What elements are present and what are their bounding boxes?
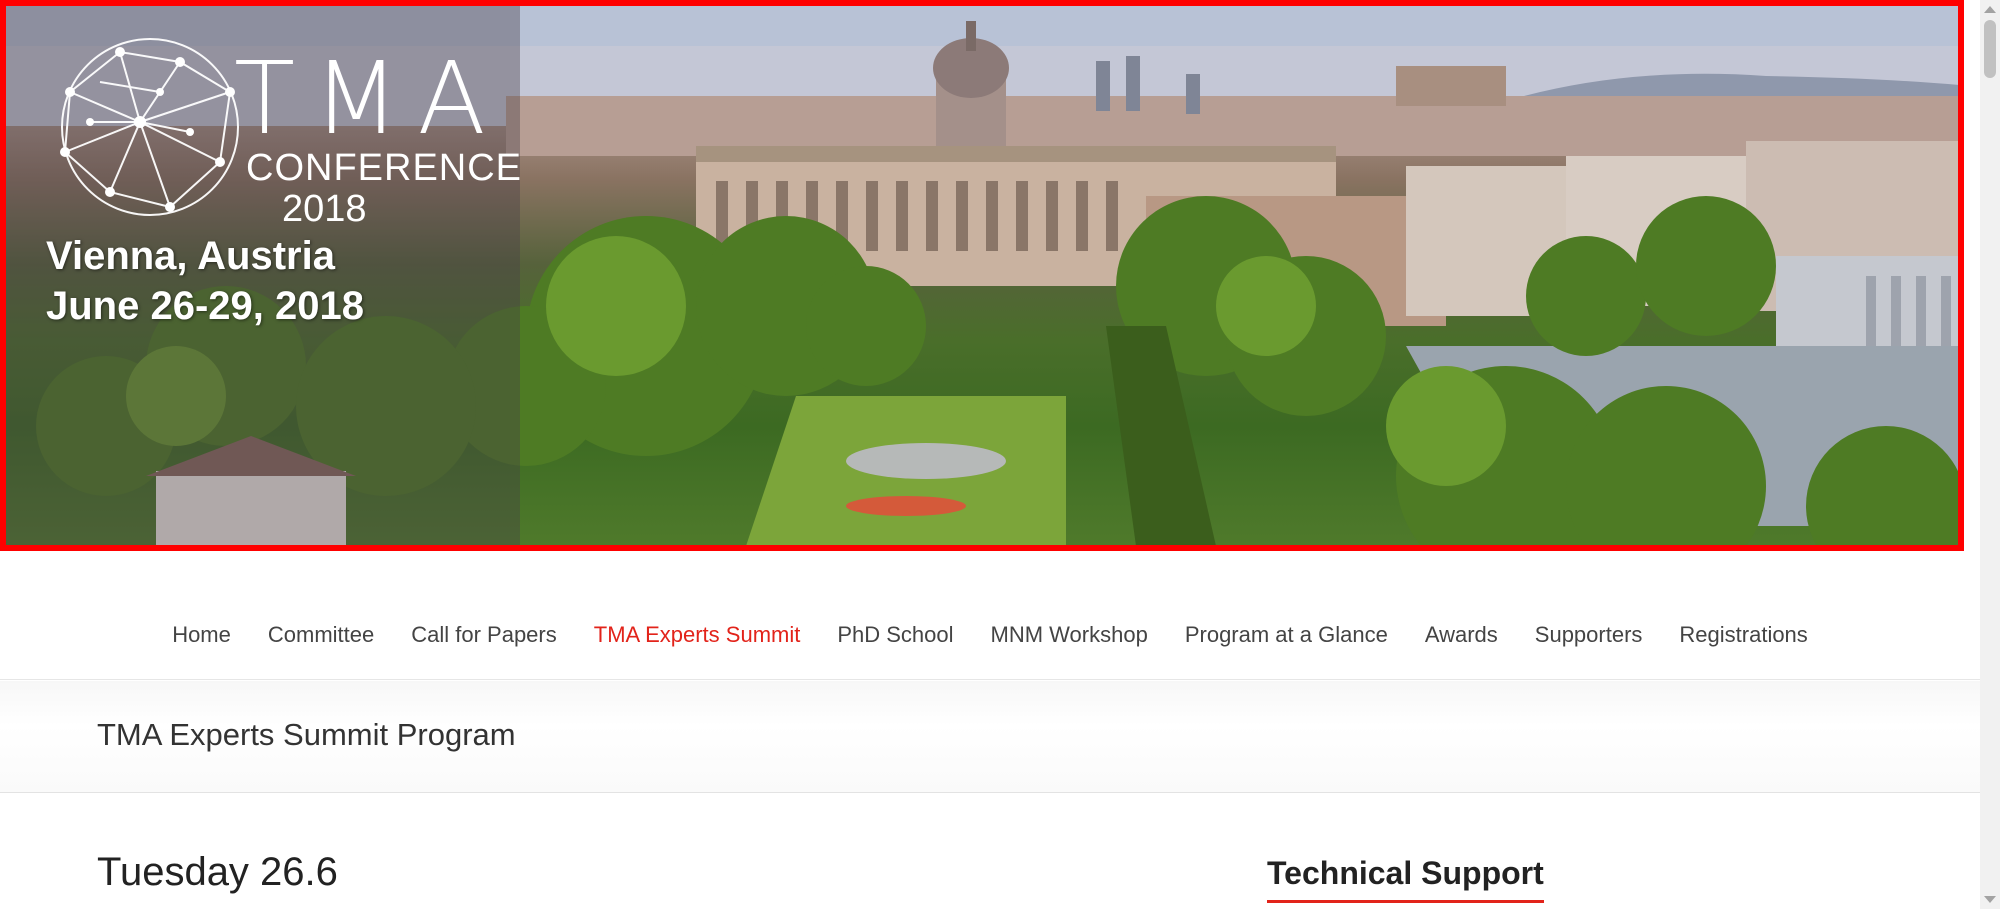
nav-item-tma-experts-summit[interactable]: TMA Experts Summit xyxy=(575,622,819,648)
nav-item-supporters[interactable]: Supporters xyxy=(1516,622,1661,648)
scrollbar-thumb[interactable] xyxy=(1984,20,1996,78)
nav-item-registrations[interactable]: Registrations xyxy=(1661,622,1826,648)
page-title-bar: TMA Experts Summit Program xyxy=(0,681,1980,793)
nav-item-call-for-papers[interactable]: Call for Papers xyxy=(393,622,576,648)
header-banner[interactable]: TMA CONFERENCE 2018 Vienna, Austria June… xyxy=(0,0,1964,551)
page-title: TMA Experts Summit Program xyxy=(97,717,516,752)
scroll-down-arrow-icon[interactable] xyxy=(1984,896,1996,903)
page-scrollbar[interactable] xyxy=(1980,0,2000,909)
scroll-up-arrow-icon[interactable] xyxy=(1984,6,1996,13)
nav-item-phd-school[interactable]: PhD School xyxy=(819,622,972,648)
nav-item-mnm-workshop[interactable]: MNM Workshop xyxy=(972,622,1166,648)
banner-dates: June 26-29, 2018 xyxy=(46,284,364,328)
sidebar-widget-title: Technical Support xyxy=(1267,855,1544,903)
nav-item-awards[interactable]: Awards xyxy=(1406,622,1516,648)
logo-title: TMA xyxy=(234,40,504,157)
banner-location: Vienna, Austria xyxy=(46,234,335,278)
nav-item-committee[interactable]: Committee xyxy=(249,622,392,648)
nav-item-program-at-a-glance[interactable]: Program at a Glance xyxy=(1166,622,1406,648)
main-navigation: Home Committee Call for Papers TMA Exper… xyxy=(0,590,1980,680)
day-heading: Tuesday 26.6 xyxy=(97,850,338,894)
logo-year: 2018 xyxy=(282,188,367,230)
logo-subtitle: CONFERENCE xyxy=(246,147,523,189)
nav-item-home[interactable]: Home xyxy=(154,622,250,648)
